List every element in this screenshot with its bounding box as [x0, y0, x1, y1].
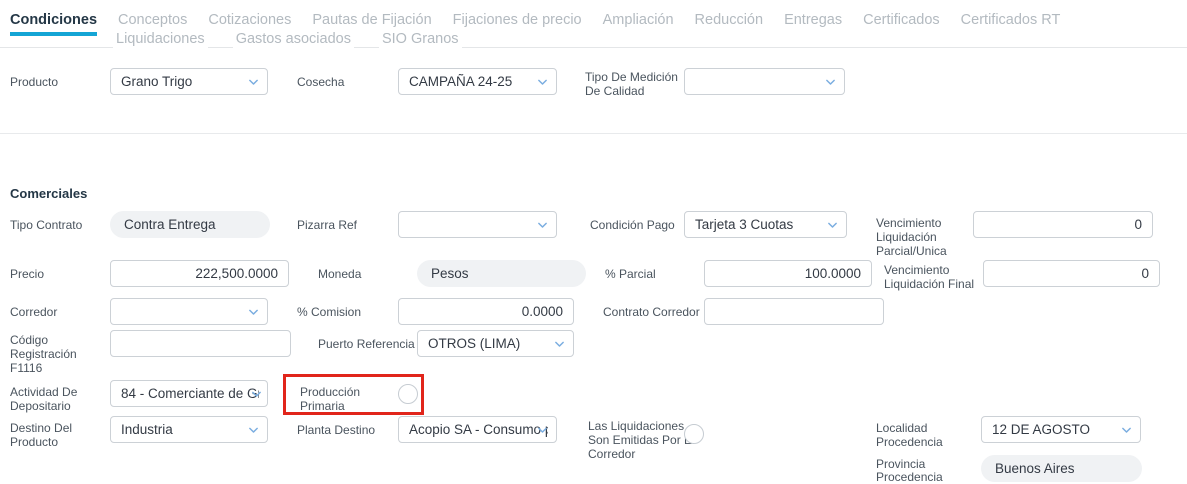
condiciones-page: Condiciones Conceptos Cotizaciones Pauta…	[0, 0, 1187, 484]
moneda-label: Moneda	[318, 267, 362, 281]
planta-destino-value: Acopio SA - Consumo p	[409, 422, 548, 437]
precio-label: Precio	[10, 267, 45, 281]
contrato-corredor-input[interactable]	[704, 298, 884, 325]
planta-destino-select[interactable]: Acopio SA - Consumo p	[398, 416, 557, 443]
destino-producto-select[interactable]: Industria	[110, 416, 268, 443]
chevron-down-icon	[826, 218, 839, 231]
pct-parcial-value: 100.0000	[804, 266, 861, 281]
planta-destino-label: Planta Destino	[297, 423, 376, 437]
chevron-down-icon	[536, 423, 549, 436]
tab-reduccion[interactable]: Reducción	[695, 12, 764, 36]
puerto-referencia-select[interactable]: OTROS (LIMA)	[417, 330, 574, 357]
puerto-referencia-label: Puerto Referencia	[318, 337, 415, 351]
chevron-down-icon	[247, 423, 260, 436]
tab-fijaciones-de-precio[interactable]: Fijaciones de precio	[453, 12, 582, 36]
tab-entregas[interactable]: Entregas	[784, 12, 842, 36]
localidad-procedencia-select[interactable]: 12 DE AGOSTO	[981, 416, 1141, 443]
chevron-down-icon	[536, 75, 549, 88]
tab-sio-granos[interactable]: SIO Granos	[378, 31, 462, 52]
pct-comision-input[interactable]: 0.0000	[398, 298, 574, 325]
producto-label: Producto	[10, 75, 59, 89]
actividad-depositario-value: 84 - Comerciante de Grano	[121, 386, 259, 401]
tipo-medicion-label: Tipo De Medición De Calidad	[585, 70, 678, 98]
venc-liq-final-label: Vencimiento Liquidación Final	[884, 263, 975, 291]
tab-liquidaciones[interactable]: Liquidaciones	[113, 31, 208, 52]
produccion-primaria-label: Producción Primaria	[300, 385, 361, 413]
moneda-readonly: Pesos	[417, 260, 586, 287]
cosecha-value: CAMPAÑA 24-25	[409, 74, 513, 89]
venc-liq-final-value: 0	[1141, 266, 1149, 281]
moneda-value: Pesos	[431, 266, 469, 281]
actividad-depositario-select[interactable]: 84 - Comerciante de Grano	[110, 380, 268, 407]
chevron-down-icon	[536, 218, 549, 231]
chevron-down-icon	[247, 305, 260, 318]
producto-select[interactable]: Grano Trigo	[110, 68, 268, 95]
provincia-procedencia-label: Provincia Procedencia	[876, 457, 943, 484]
precio-value: 222,500.0000	[195, 266, 278, 281]
corredor-label: Corredor	[10, 305, 58, 319]
cosecha-select[interactable]: CAMPAÑA 24-25	[398, 68, 557, 95]
localidad-procedencia-label: Localidad Procedencia	[876, 421, 943, 449]
venc-liq-parcial-input[interactable]: 0	[973, 211, 1153, 238]
pct-comision-label: % Comision	[297, 305, 362, 319]
codigo-registracion-label: Código Registración F1116	[10, 333, 77, 375]
tipo-medicion-select[interactable]	[684, 68, 845, 95]
provincia-procedencia-readonly: Buenos Aires	[981, 455, 1142, 482]
comerciales-heading: Comerciales	[10, 186, 88, 201]
tab-condiciones[interactable]: Condiciones	[10, 12, 98, 36]
destino-producto-label: Destino Del Producto	[10, 421, 73, 449]
venc-liq-final-input[interactable]: 0	[983, 260, 1160, 287]
chevron-down-icon	[247, 75, 260, 88]
pizarra-ref-select[interactable]	[398, 211, 557, 238]
provincia-procedencia-value: Buenos Aires	[995, 461, 1075, 476]
tab-certificados-rt[interactable]: Certificados RT	[961, 12, 1061, 36]
condicion-pago-label: Condición Pago	[590, 218, 675, 232]
chevron-down-icon	[250, 387, 263, 400]
chevron-down-icon	[553, 337, 566, 350]
tipo-contrato-label: Tipo Contrato	[10, 218, 83, 232]
condicion-pago-select[interactable]: Tarjeta 3 Cuotas	[684, 211, 847, 238]
codigo-registracion-input[interactable]	[110, 330, 291, 357]
corredor-select[interactable]	[110, 298, 268, 325]
tab-row-2: Liquidaciones Gastos asociados SIO Grano…	[113, 31, 462, 52]
chevron-down-icon	[824, 75, 837, 88]
cosecha-label: Cosecha	[297, 75, 345, 89]
destino-producto-value: Industria	[121, 422, 173, 437]
tab-gastos-asociados[interactable]: Gastos asociados	[232, 31, 354, 52]
venc-liq-parcial-label: Vencimiento Liquidación Parcial/Unica	[876, 216, 947, 258]
localidad-procedencia-value: 12 DE AGOSTO	[992, 422, 1091, 437]
tipo-contrato-value: Contra Entrega	[124, 217, 216, 232]
tipo-contrato-readonly: Contra Entrega	[110, 211, 270, 238]
condicion-pago-value: Tarjeta 3 Cuotas	[695, 217, 794, 232]
actividad-depositario-label: Actividad De Depositario	[10, 385, 78, 413]
venc-liq-parcial-value: 0	[1134, 217, 1142, 232]
tab-certificados[interactable]: Certificados	[863, 12, 940, 36]
pizarra-ref-label: Pizarra Ref	[297, 218, 358, 232]
chevron-down-icon	[1120, 423, 1133, 436]
puerto-referencia-value: OTROS (LIMA)	[428, 336, 521, 351]
section-divider	[0, 133, 1187, 134]
tab-ampliacion[interactable]: Ampliación	[603, 12, 674, 36]
pct-parcial-input[interactable]: 100.0000	[704, 260, 872, 287]
liq-emitidas-corredor-radio[interactable]	[684, 424, 704, 444]
pct-parcial-label: % Parcial	[605, 267, 656, 281]
precio-input[interactable]: 222,500.0000	[110, 260, 289, 287]
producto-value: Grano Trigo	[121, 74, 193, 89]
pct-comision-value: 0.0000	[521, 304, 563, 319]
produccion-primaria-radio[interactable]	[398, 384, 418, 404]
